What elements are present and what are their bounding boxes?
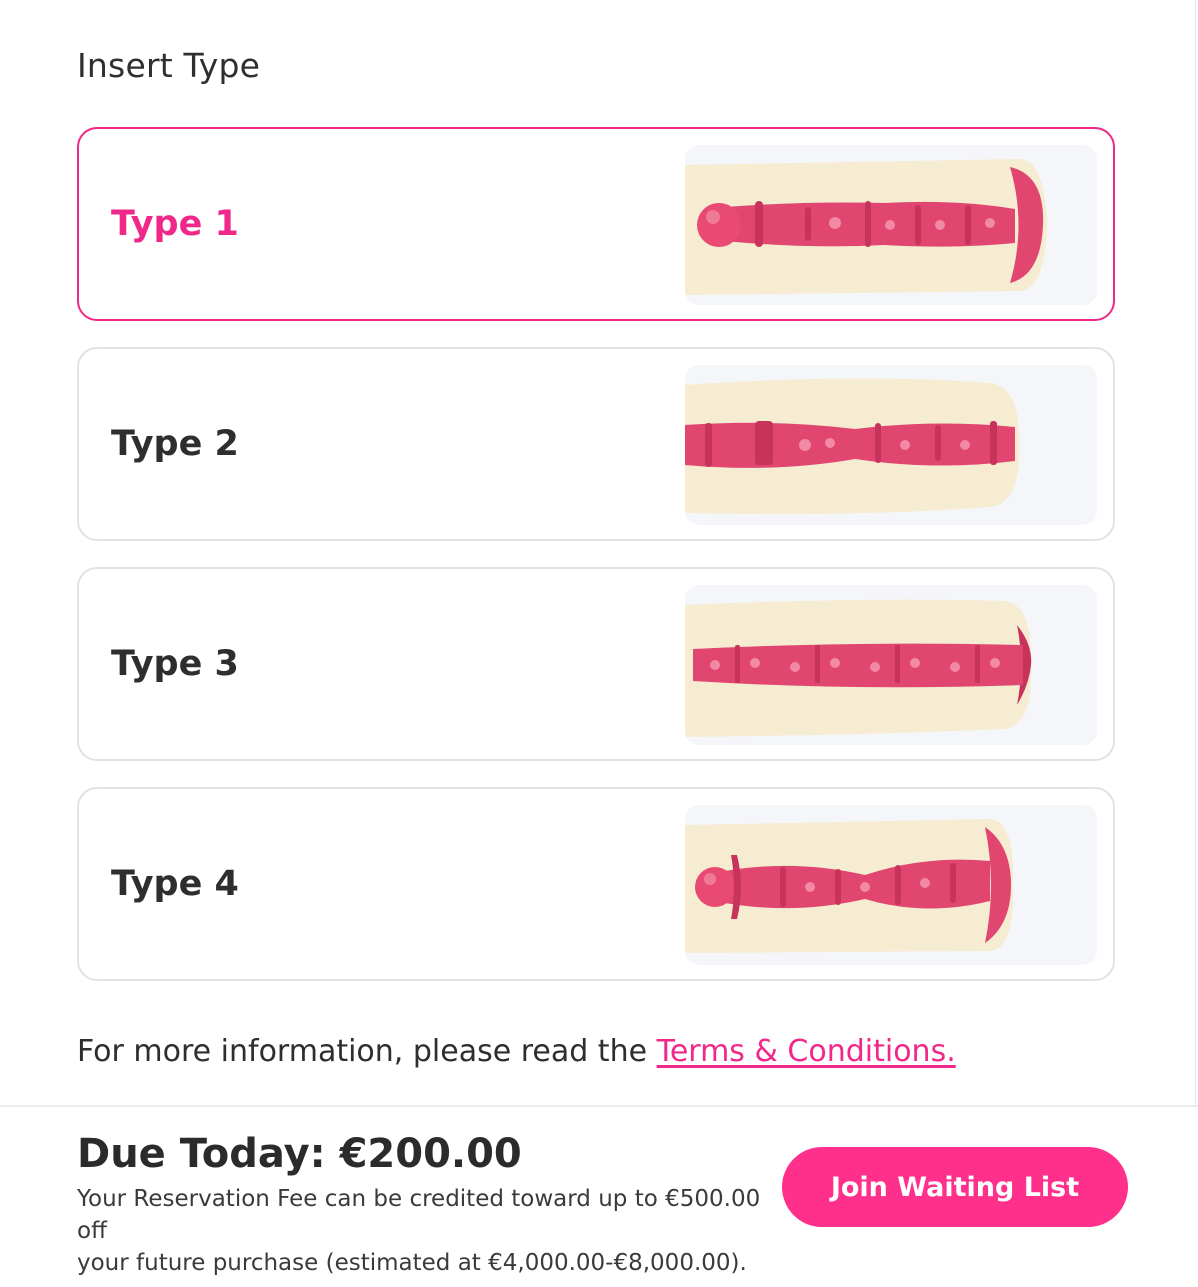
- section-title: Insert Type: [77, 46, 261, 85]
- option-label: Type 1: [111, 204, 239, 244]
- scroll-edge-divider: [1195, 0, 1196, 1105]
- join-waiting-list-button[interactable]: Join Waiting List: [782, 1147, 1128, 1227]
- reservation-fee-note: Your Reservation Fee can be credited tow…: [77, 1183, 797, 1279]
- option-type-1[interactable]: Type 1: [77, 127, 1115, 321]
- insert-type-page: Insert Type Type 1 Type 2 Type 3 Type 4 …: [0, 0, 1198, 1287]
- due-today-amount: Due Today: €200.00: [77, 1131, 522, 1177]
- terms-conditions-link[interactable]: Terms & Conditions.: [657, 1034, 956, 1069]
- terms-info: For more information, please read the Te…: [77, 1034, 956, 1069]
- option-type-4[interactable]: Type 4: [77, 787, 1115, 981]
- terms-info-text: For more information, please read the: [77, 1034, 657, 1069]
- insert-type-1-image: [685, 145, 1097, 305]
- insert-type-options: Type 1 Type 2 Type 3 Type 4: [77, 127, 1115, 1007]
- reservation-fee-note-line-2: your future purchase (estimated at €4,00…: [77, 1250, 747, 1276]
- option-label: Type 3: [111, 644, 239, 684]
- option-label: Type 4: [111, 864, 239, 904]
- insert-type-3-image: [685, 585, 1097, 745]
- option-type-3[interactable]: Type 3: [77, 567, 1115, 761]
- option-type-2[interactable]: Type 2: [77, 347, 1115, 541]
- reservation-fee-note-line-1: Your Reservation Fee can be credited tow…: [77, 1186, 761, 1244]
- insert-type-4-image: [685, 805, 1097, 965]
- option-label: Type 2: [111, 424, 239, 464]
- checkout-footer: Due Today: €200.00 Your Reservation Fee …: [0, 1105, 1198, 1287]
- insert-type-2-image: [685, 365, 1097, 525]
